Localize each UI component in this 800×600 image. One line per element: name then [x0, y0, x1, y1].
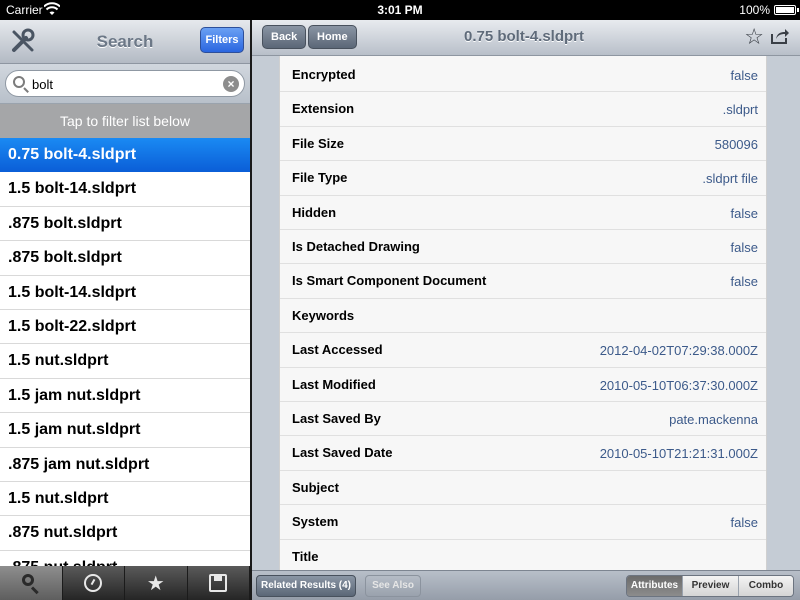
attribute-key: Last Modified — [292, 376, 376, 392]
attribute-key: Hidden — [292, 204, 337, 220]
file-list-item[interactable]: 1.5 nut.sldprt — [0, 344, 250, 379]
attribute-key: Last Accessed — [292, 342, 383, 358]
attribute-value: false — [730, 205, 758, 221]
attribute-key: System — [292, 514, 339, 530]
attribute-key: Is Smart Component Document — [292, 273, 487, 289]
attribute-value: .sldprt file — [702, 171, 758, 187]
home-button[interactable]: Home — [308, 25, 357, 49]
favorite-star-icon[interactable]: ☆ — [744, 24, 764, 50]
attribute-key: Title — [292, 548, 319, 564]
segment-preview[interactable]: Preview — [683, 576, 739, 596]
search-pane: Search Filters × Tap to filter list belo… — [0, 20, 250, 600]
attribute-value: false — [730, 240, 758, 255]
segment-combo[interactable]: Combo — [739, 576, 793, 596]
filter-hint-button[interactable]: Tap to filter list below — [0, 104, 250, 138]
attribute-row[interactable]: Title — [280, 540, 766, 574]
attribute-value: 2010-05-10T21:21:31.000Z — [599, 446, 758, 462]
save-icon — [209, 574, 228, 592]
tab-saved[interactable] — [188, 566, 250, 600]
search-icon — [21, 574, 40, 592]
clear-icon[interactable]: × — [223, 76, 239, 92]
file-list-item[interactable]: 1.5 jam nut.sldprt — [0, 413, 250, 448]
tab-bar: ★ — [0, 566, 250, 600]
tab-recent[interactable] — [63, 566, 125, 600]
attribute-row[interactable]: Is Smart Component Document false — [280, 264, 766, 299]
search-input[interactable] — [32, 75, 222, 93]
search-field[interactable]: × — [5, 70, 245, 97]
attribute-row[interactable]: Encrypted false — [280, 58, 766, 93]
attribute-value: false — [730, 515, 758, 531]
clock-icon — [84, 574, 103, 592]
status-bar: Carrier 3:01 PM 100% — [0, 0, 800, 20]
attribute-row[interactable]: Hidden false — [280, 196, 766, 230]
tools-icon[interactable] — [10, 28, 36, 54]
attribute-value: pate.mackenna — [669, 412, 758, 427]
search-icon — [13, 76, 25, 88]
tab-search[interactable] — [0, 566, 63, 600]
document-title: 0.75 bolt-4.sldprt — [463, 28, 585, 45]
related-results-button[interactable]: Related Results (4) — [256, 575, 356, 597]
attribute-value: 2010-05-10T06:37:30.000Z — [599, 377, 758, 393]
star-icon: ★ — [146, 572, 165, 595]
attribute-key: Subject — [292, 479, 339, 495]
search-bar: × — [0, 64, 250, 104]
filters-button[interactable]: Filters — [200, 27, 244, 53]
file-list-item[interactable]: 1.5 nut.sldprt — [0, 481, 250, 517]
attribute-key: File Size — [292, 135, 345, 151]
detail-toolbar: Back Home 0.75 bolt-4.sldprt ☆ — [252, 20, 800, 56]
view-segmented-control: Attributes Preview Combo — [626, 575, 794, 597]
file-list-item[interactable]: .875 bolt.sldprt — [0, 241, 250, 276]
detail-pane: Back Home 0.75 bolt-4.sldprt ☆ Encrypted… — [252, 20, 800, 600]
clock-time: 3:01 PM — [377, 3, 423, 17]
file-list-item[interactable]: 1.5 bolt-22.sldprt — [0, 309, 250, 345]
attribute-row[interactable]: File Size 580096 — [280, 127, 766, 162]
attribute-key: Keywords — [292, 307, 355, 323]
attribute-value: 580096 — [714, 136, 758, 152]
attribute-row[interactable]: Last Modified 2010-05-10T06:37:30.000Z — [280, 368, 766, 402]
attribute-row[interactable]: Last Saved By pate.mackenna — [280, 402, 766, 437]
attribute-key: Is Detached Drawing — [292, 239, 420, 254]
bottom-toolbar: Related Results (4) See Also Attributes … — [252, 570, 800, 600]
attribute-row[interactable]: System false — [280, 505, 766, 540]
attributes-list: Encrypted false Extension .sldprt File Size 5… — [279, 56, 767, 586]
tab-favorites[interactable]: ★ — [125, 566, 188, 600]
file-list-item[interactable]: 1.5 bolt-14.sldprt — [0, 275, 250, 310]
attribute-row[interactable]: File Type .sldprt file — [280, 161, 766, 196]
attribute-value: 2012-04-02T07:29:38.000Z — [599, 343, 758, 359]
attribute-row[interactable]: Last Saved Date 2010-05-10T21:21:31.000Z — [280, 436, 766, 471]
file-list-item[interactable]: .875 nut.sldprt — [0, 516, 250, 551]
attribute-row[interactable]: Is Detached Drawing false — [280, 230, 766, 265]
file-list-item[interactable]: 0.75 bolt-4.sldprt — [0, 138, 250, 173]
attribute-value: .sldprt — [722, 102, 758, 118]
file-list-item[interactable]: .875 jam nut.sldprt — [0, 447, 250, 482]
file-list-item[interactable]: 1.5 bolt-14.sldprt — [0, 172, 250, 207]
attribute-key: Last Saved Date — [292, 445, 393, 461]
attribute-value: false — [730, 274, 758, 290]
battery-percent: 100% — [739, 3, 770, 17]
attribute-value: false — [730, 68, 758, 83]
attribute-row[interactable]: Keywords — [280, 299, 766, 334]
file-list-item[interactable]: .875 bolt.sldprt — [0, 206, 250, 242]
share-icon[interactable] — [770, 26, 790, 46]
file-list: 0.75 bolt-4.sldprt 1.5 bolt-14.sldprt .875… — [0, 138, 250, 566]
attribute-key: File Type — [292, 170, 348, 186]
attribute-key: Last Saved By — [292, 411, 381, 426]
back-button[interactable]: Back — [262, 25, 307, 49]
file-list-item[interactable]: .875 nut.sldprt — [0, 550, 250, 566]
attribute-row[interactable]: Subject — [280, 471, 766, 506]
attribute-key: Encrypted — [292, 67, 356, 82]
file-list-item[interactable]: 1.5 jam nut.sldprt — [0, 378, 250, 414]
search-title: Search — [96, 32, 154, 51]
segment-attributes[interactable]: Attributes — [627, 576, 683, 596]
battery-icon — [774, 5, 799, 15]
attribute-row[interactable]: Last Accessed 2012-04-02T07:29:38.000Z — [280, 333, 766, 368]
attribute-key: Extension — [292, 101, 355, 117]
search-toolbar: Search Filters — [0, 20, 250, 64]
attribute-row[interactable]: Extension .sldprt — [280, 92, 766, 127]
see-also-button[interactable]: See Also — [365, 575, 421, 597]
